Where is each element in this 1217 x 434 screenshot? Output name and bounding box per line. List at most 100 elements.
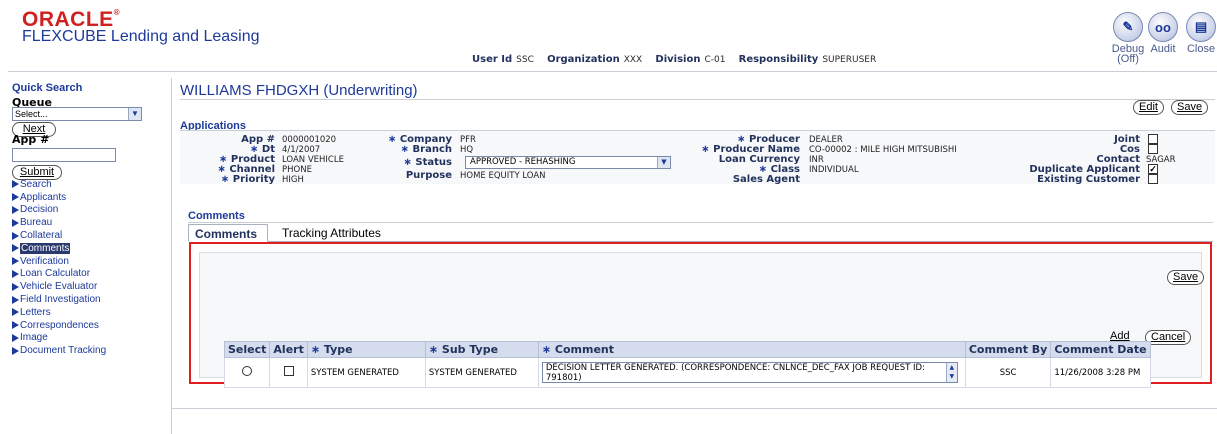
channel-value: PHONE	[282, 165, 312, 175]
debug-icon: ✎	[1113, 12, 1143, 42]
sidebar-item-bureau[interactable]: Bureau	[12, 216, 106, 229]
sidebar-item-applicants[interactable]: Applicants	[12, 191, 106, 204]
user-info-bar: User Id SSC Organization XXX Division C-01 …	[472, 54, 886, 65]
arrow-right-icon	[12, 193, 19, 202]
organization-label: Organization	[547, 54, 620, 65]
sidebar-item-comments[interactable]: Comments	[12, 242, 106, 255]
existing-customer-checkbox[interactable]	[1148, 174, 1158, 184]
product-value: LOAN VEHICLE	[282, 155, 344, 165]
cancel-button[interactable]: Cancel	[1145, 330, 1192, 345]
col-header-comment[interactable]: ∗ Comment	[537, 341, 966, 358]
comment-textarea[interactable]: DECISION LETTER GENERATED. (CORRESPONDEN…	[541, 362, 958, 383]
applications-summary: App # 0000001020 ∗ Dt 4/1/2007 ∗ Product…	[180, 130, 1215, 185]
sub-type-cell: SYSTEM GENERATED	[424, 357, 539, 388]
main-content: WILLIAMS FHDGXH (Underwriting) Edit Save…	[172, 78, 1217, 434]
app-header: ORACLE® FLEXCUBE Lending and Leasing Use…	[8, 8, 1217, 72]
chevron-down-icon: ▼	[657, 157, 670, 168]
audit-button[interactable]: oo Audit	[1143, 12, 1183, 55]
close-button[interactable]: ▤ Close	[1181, 12, 1217, 55]
producer-name-value: CO-00002 : MILE HIGH MITSUBISHI	[809, 145, 957, 155]
arrow-right-icon	[12, 180, 19, 189]
producer-value: DEALER	[809, 135, 843, 145]
col-header-alert[interactable]: Alert	[269, 341, 308, 358]
tab-comments[interactable]: Comments	[188, 224, 268, 242]
panel-save-button[interactable]: Save	[1167, 270, 1205, 285]
sidebar-item-decision[interactable]: Decision	[12, 204, 106, 217]
comment-cell: DECISION LETTER GENERATED. (CORRESPONDEN…	[537, 357, 966, 388]
arrow-right-icon	[12, 205, 19, 214]
comment-by-cell: SSC	[964, 357, 1052, 388]
close-icon: ▤	[1186, 12, 1216, 42]
branch-field-label: ∗ Branch	[400, 144, 452, 155]
chevron-down-icon: ▼	[128, 108, 141, 120]
sales-agent-field-label: Sales Agent	[732, 174, 800, 185]
sidebar-item-loan-calculator[interactable]: Loan Calculator	[12, 268, 106, 281]
col-header-type[interactable]: ∗ Type	[306, 341, 426, 358]
debug-button[interactable]: ✎ Debug (Off)	[1110, 12, 1146, 65]
priority-value: HIGH	[282, 175, 304, 185]
arrow-right-icon	[12, 257, 19, 266]
organization-value: XXX	[623, 55, 643, 65]
save-button[interactable]: Save	[1171, 100, 1209, 115]
arrow-right-icon	[12, 295, 19, 304]
sidebar-item-image[interactable]: Image	[12, 332, 106, 345]
title-divider	[180, 99, 1215, 100]
page-title: WILLIAMS FHDGXH (Underwriting)	[180, 82, 418, 99]
select-cell	[223, 357, 271, 388]
col-header-sub-type[interactable]: ∗ Sub Type	[424, 341, 539, 358]
arrow-right-icon	[12, 231, 19, 240]
quick-search-title: Quick Search	[12, 82, 83, 94]
sidebar-item-letters[interactable]: Letters	[12, 306, 106, 319]
status-field-label: ∗ Status	[403, 157, 452, 168]
comments-divider	[188, 222, 1213, 223]
audit-icon: oo	[1148, 12, 1178, 42]
sidebar-item-search[interactable]: Search	[12, 178, 106, 191]
row-select-radio[interactable]	[242, 366, 253, 376]
row-alert-checkbox[interactable]	[283, 366, 294, 376]
responsibility-value: SUPERUSER	[822, 55, 877, 65]
tab-tracking-attributes[interactable]: Tracking Attributes	[276, 224, 387, 242]
sidebar-item-correspondences[interactable]: Correspondences	[12, 319, 106, 332]
sidebar-item-document-tracking[interactable]: Document Tracking	[12, 344, 106, 357]
alert-cell	[269, 357, 308, 388]
comment-date-cell: 11/26/2008 3:28 PM	[1050, 357, 1151, 388]
app-number-value: 0000001020	[282, 135, 337, 145]
class-value: INDIVIDUAL	[809, 165, 859, 175]
tab-bar: Comments Tracking Attributes	[188, 224, 1213, 242]
col-header-select[interactable]: Select	[223, 341, 271, 358]
nav-menu: Search Applicants Decision Bureau Collat…	[12, 178, 106, 357]
status-select[interactable]: APPROVED - REHASHING ▼	[465, 156, 671, 169]
arrow-right-icon	[12, 346, 19, 355]
table-row: SYSTEM GENERATED SYSTEM GENERATED DECISI…	[223, 357, 1151, 388]
comments-panel-body: Save Add Cancel Select Alert ∗ Type ∗ Su…	[199, 252, 1205, 388]
audit-label: Audit	[1150, 43, 1176, 55]
left-navigation: Quick Search Queue Select... ▼ Next App …	[8, 78, 172, 434]
arrow-right-icon	[12, 333, 19, 342]
sidebar-item-field-investigation[interactable]: Field Investigation	[12, 293, 106, 306]
arrow-right-icon	[12, 308, 19, 317]
queue-select[interactable]: Select... ▼	[12, 107, 142, 121]
debug-state: (Off)	[1117, 53, 1139, 65]
comments-table: Select Alert ∗ Type ∗ Sub Type ∗ Comment…	[223, 341, 1151, 388]
sidebar-item-vehicle-evaluator[interactable]: Vehicle Evaluator	[12, 280, 106, 293]
close-label: Close	[1186, 43, 1216, 55]
joint-checkbox[interactable]	[1148, 134, 1158, 144]
duplicate-applicant-checkbox[interactable]: ✓	[1148, 164, 1158, 174]
sidebar-item-verification[interactable]: Verification	[12, 255, 106, 268]
col-header-comment-date[interactable]: Comment Date	[1050, 341, 1151, 358]
comments-tab-panel: Save Add Cancel Select Alert ∗ Type ∗ Su…	[189, 242, 1212, 388]
purpose-field-label: Purpose	[405, 170, 452, 181]
sidebar-item-collateral[interactable]: Collateral	[12, 229, 106, 242]
responsibility-label: Responsibility	[738, 54, 819, 65]
purpose-value: HOME EQUITY LOAN	[460, 171, 546, 181]
app-number-input[interactable]	[12, 148, 116, 162]
edit-button[interactable]: Edit	[1133, 100, 1164, 115]
col-header-comment-by[interactable]: Comment By	[964, 341, 1052, 358]
cos-checkbox[interactable]	[1148, 144, 1158, 154]
table-header-row: Select Alert ∗ Type ∗ Sub Type ∗ Comment…	[223, 341, 1151, 358]
arrow-right-icon	[12, 282, 19, 291]
product-name: FLEXCUBE Lending and Leasing	[22, 28, 260, 45]
branch-value: HQ	[460, 145, 474, 155]
arrow-right-icon	[12, 269, 19, 278]
scrollbar[interactable]: ▲ ▼	[945, 363, 957, 382]
